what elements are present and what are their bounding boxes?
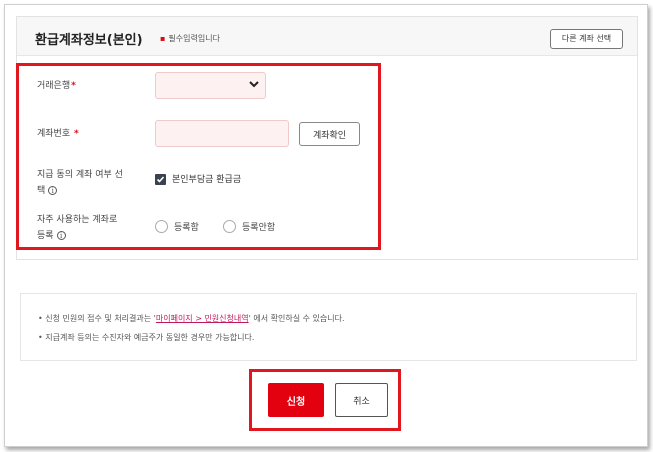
consent-checkbox-label[interactable]: 본인부담금 환급금 [172, 172, 241, 185]
refund-account-panel: 환급계좌정보(본인) ▪ 필수입력입니다 다른 계좌 선택 거래은행* 계좌번호 … [16, 16, 638, 260]
check-icon [156, 176, 165, 183]
bank-row: 거래은행* [17, 72, 637, 102]
frequent-account-row: 자주 사용하는 계좌로 등록 i 등록함 등록안함 [17, 212, 637, 248]
cancel-button[interactable]: 취소 [335, 383, 388, 417]
required-dot-icon: ▪ [160, 34, 166, 43]
required-note-text: 필수입력입니다 [168, 34, 220, 43]
notice-line-1: • 신청 민원의 접수 및 처리결과는 '마이페이지 > 민원신청내역' 에서 … [38, 314, 345, 323]
radio-register-label[interactable]: 등록함 [174, 220, 199, 233]
mypage-link[interactable]: 마이페이지 > 민원신청내역 [156, 314, 249, 323]
account-row: 계좌번호 * 계좌확인 [17, 120, 637, 150]
bank-label: 거래은행* [37, 81, 76, 91]
radio-not-register-label[interactable]: 등록안함 [242, 220, 275, 233]
consent-row: 지급 동의 계좌 여부 선 택i 본인부담금 환급금 [17, 167, 637, 201]
verify-account-button[interactable]: 계좌확인 [299, 122, 360, 146]
notice-line-2: • 지급계좌 등의는 수진자와 예금주가 동일한 경우만 가능합니다. [38, 333, 255, 342]
account-number-input[interactable] [155, 120, 289, 147]
radio-register[interactable] [155, 220, 168, 233]
frequent-account-label: 자주 사용하는 계좌로 등록 i [37, 215, 118, 241]
consent-label: 지급 동의 계좌 여부 선 택i [37, 170, 123, 196]
panel-header: 환급계좌정보(본인) ▪ 필수입력입니다 다른 계좌 선택 [17, 17, 637, 56]
info-icon[interactable]: i [48, 186, 58, 195]
other-account-button[interactable]: 다른 계좌 선택 [550, 29, 623, 49]
bank-select[interactable] [155, 72, 266, 99]
info-icon[interactable]: i [56, 231, 66, 240]
notice-box: • 신청 민원의 접수 및 처리결과는 '마이페이지 > 민원신청내역' 에서 … [20, 293, 637, 361]
panel-title: 환급계좌정보(본인) [35, 33, 143, 48]
required-note: ▪ 필수입력입니다 [160, 33, 220, 44]
consent-checkbox[interactable] [155, 174, 166, 185]
account-label: 계좌번호 * [37, 129, 79, 139]
window-frame: 환급계좌정보(본인) ▪ 필수입력입니다 다른 계좌 선택 거래은행* 계좌번호 … [4, 4, 648, 447]
chevron-down-icon [249, 81, 259, 91]
submit-button[interactable]: 신청 [268, 383, 324, 417]
radio-not-register[interactable] [223, 220, 236, 233]
